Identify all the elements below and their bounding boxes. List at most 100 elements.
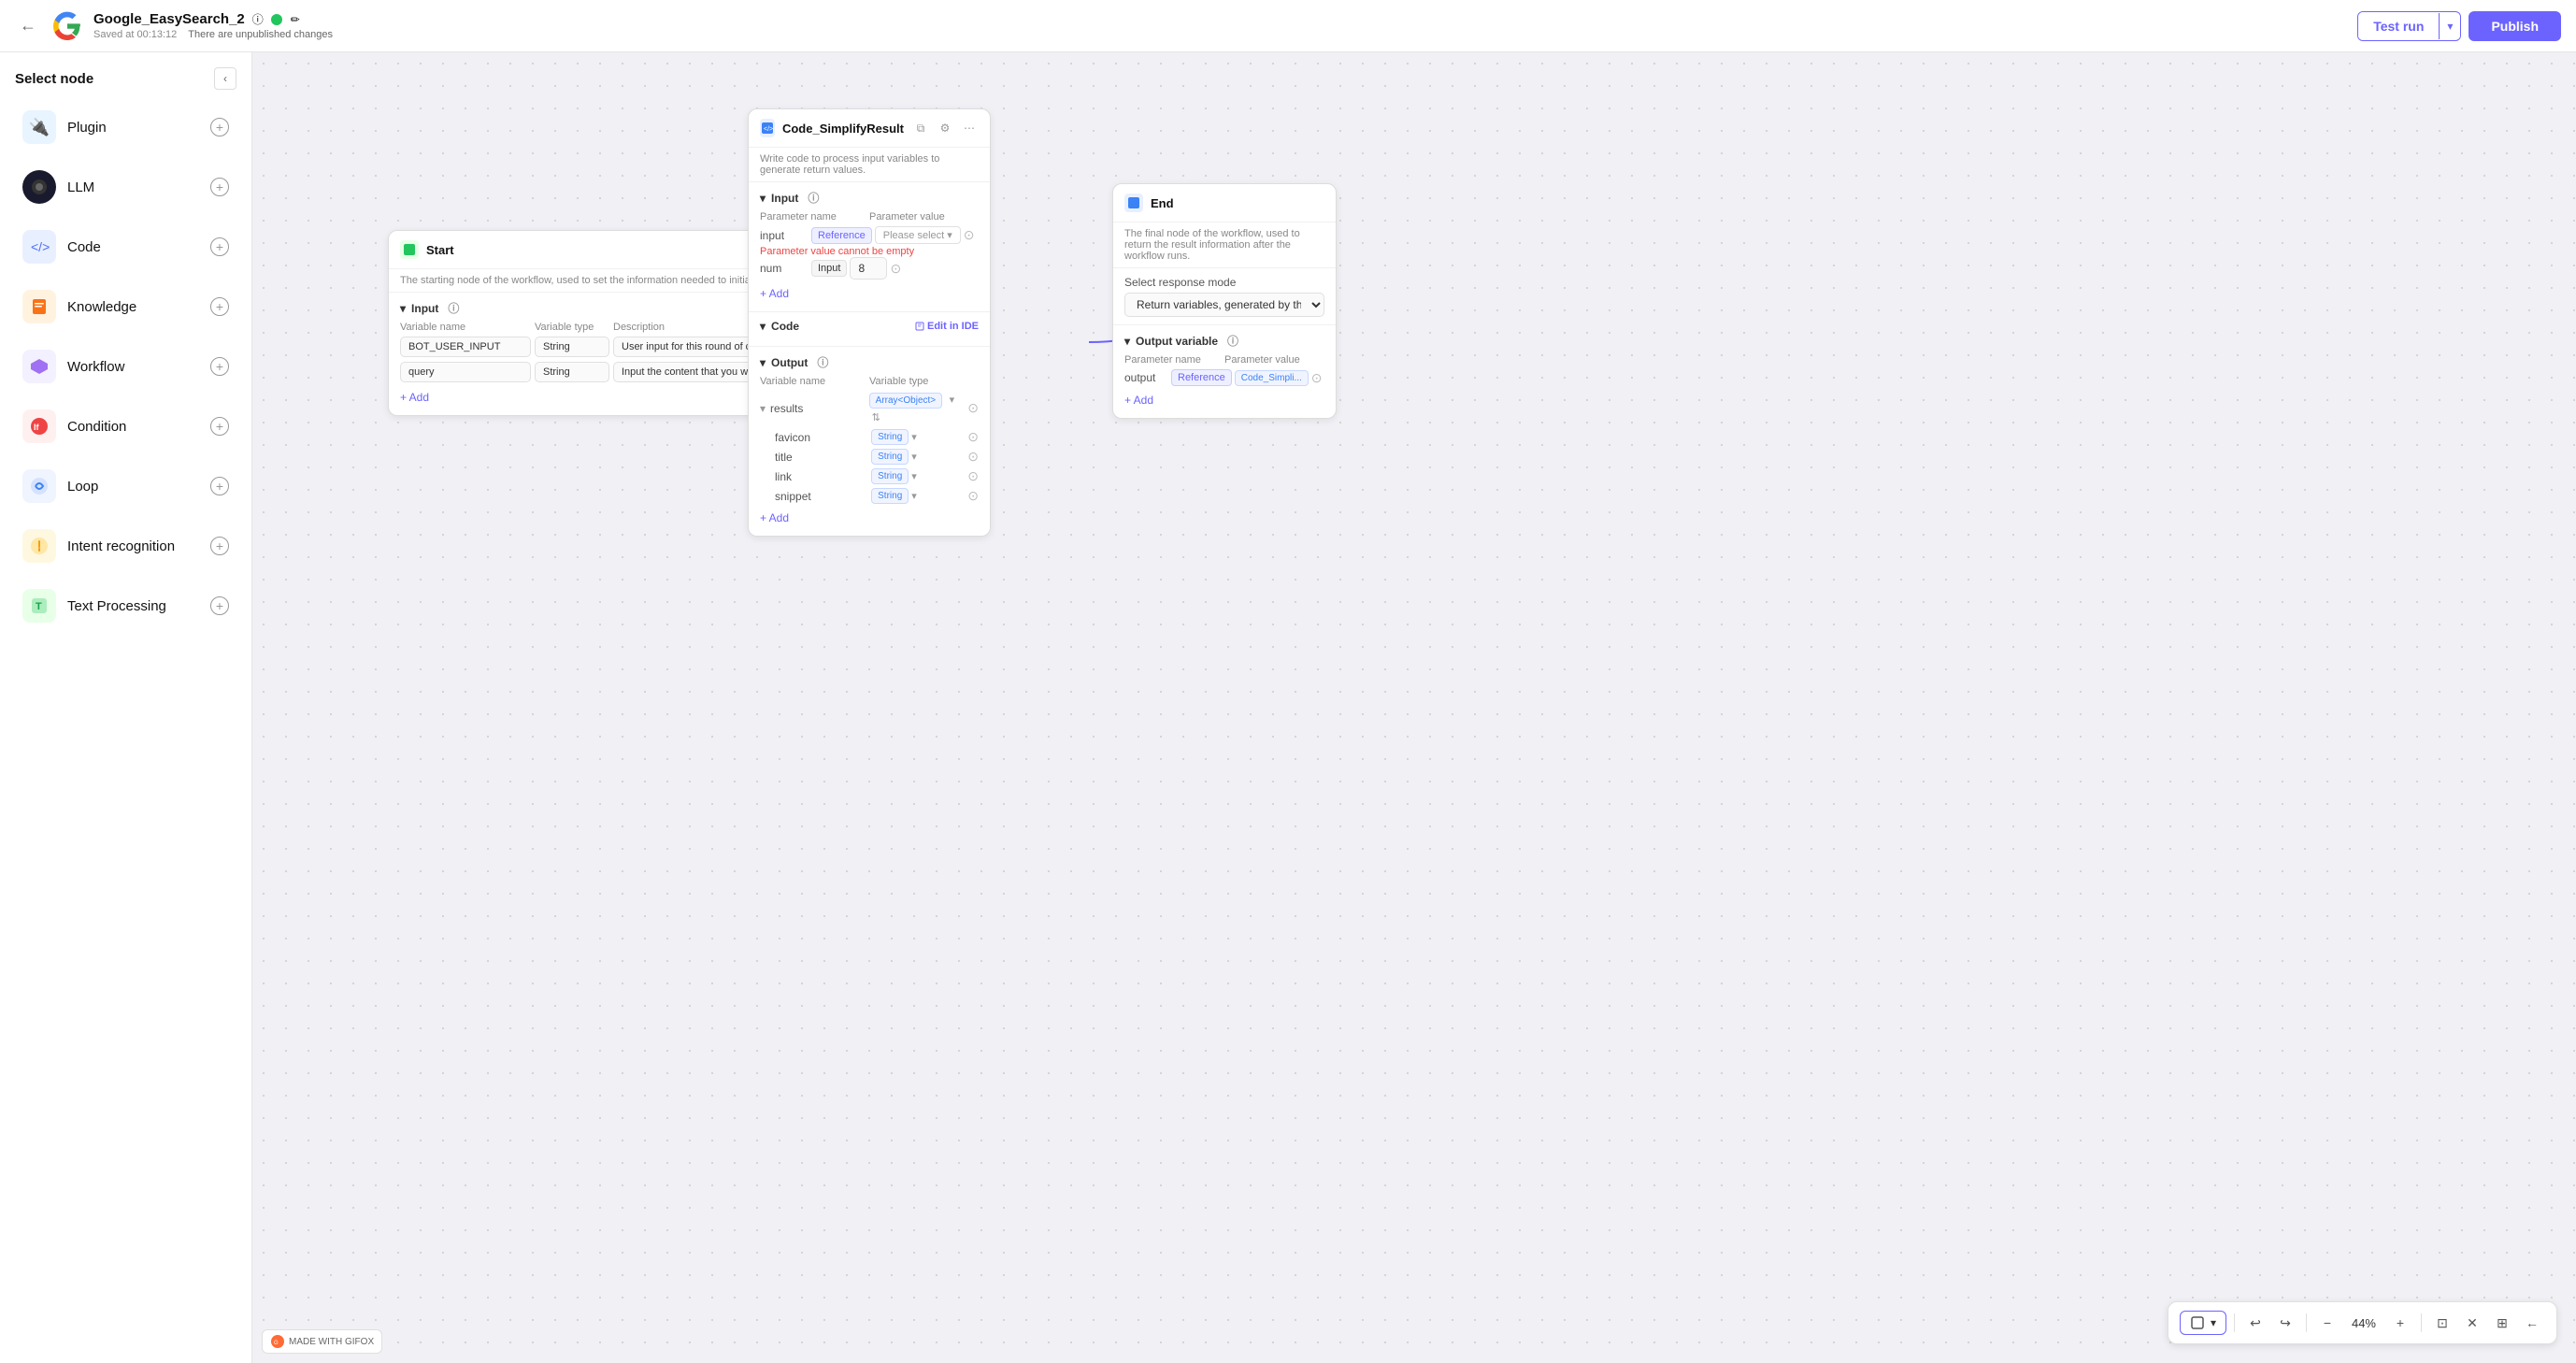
code-output-expand-icon[interactable]: ▾ [760, 402, 766, 415]
sidebar-item-knowledge[interactable]: Knowledge + [7, 279, 244, 335]
topbar-actions: Test run ▾ Publish [2357, 11, 2561, 41]
workflow-add-button[interactable]: + [210, 357, 229, 376]
code-param-value-area-1: Input ⊙ [811, 257, 979, 280]
end-mode-select[interactable]: Return variables, generated by the ... [1124, 293, 1324, 317]
code-sub-link-dropdown[interactable]: ▾ [911, 470, 917, 482]
code-sub-snippet-del[interactable]: ⊙ [967, 488, 979, 504]
code-param-del-1[interactable]: ⊙ [890, 261, 901, 277]
sidebar-item-workflow[interactable]: Workflow + [7, 338, 244, 395]
view-mode-label: ▾ [2211, 1316, 2216, 1329]
end-value-badge-0[interactable]: Code_Simpli... [1235, 370, 1309, 386]
end-node-desc: The final node of the workflow, used to … [1113, 222, 1336, 268]
gifox-icon: G [270, 1334, 285, 1349]
code-param-del-0[interactable]: ⊙ [964, 227, 975, 243]
end-output-toggle[interactable]: ▾ Output variable ⓘ [1124, 333, 1324, 349]
code-output-add-button[interactable]: + Add [760, 508, 979, 528]
grid-button[interactable]: ⊞ [2489, 1310, 2515, 1336]
code-sub-title-dropdown[interactable]: ▾ [911, 451, 917, 463]
start-input-arrow: ▾ [400, 302, 406, 315]
end-mode-label: Select response mode [1124, 276, 1324, 289]
zoom-in-button[interactable]: + [2387, 1310, 2413, 1336]
sidebar-item-llm[interactable]: LLM + [7, 159, 244, 215]
textproc-icon: T [22, 589, 56, 623]
code-add-button[interactable]: + Add [760, 283, 979, 304]
code-results-name: results [770, 402, 865, 415]
test-run-dropdown[interactable]: ▾ [2439, 13, 2460, 39]
test-run-main[interactable]: Test run [2358, 12, 2439, 40]
test-run-button[interactable]: Test run ▾ [2357, 11, 2461, 41]
sidebar-item-code[interactable]: </> Code + [7, 219, 244, 275]
llm-add-button[interactable]: + [210, 178, 229, 196]
code-sub-link: link String ▾ ⊙ [760, 468, 979, 484]
code-output-info: ⓘ [817, 354, 828, 370]
end-ref-badge-0[interactable]: Reference [1171, 369, 1232, 386]
code-code-toggle[interactable]: ▾ Code Edit in IDE [760, 320, 979, 333]
workflow-icon [22, 350, 56, 383]
code-sub-snippet-type-area: String ▾ [871, 488, 962, 504]
code-param-val-input-1[interactable] [850, 257, 887, 280]
start-var-type-0[interactable]: String [535, 337, 609, 357]
close-button[interactable]: ✕ [2459, 1310, 2485, 1336]
collapse-button[interactable]: ← [2519, 1310, 2545, 1336]
workflow-canvas[interactable]: Start ⧉ The starting node of the workflo… [252, 52, 2576, 1363]
end-output-del-0[interactable]: ⊙ [1311, 370, 1323, 386]
code-sub-title: title String ▾ ⊙ [760, 449, 979, 465]
code-sub-favicon: favicon String ▾ ⊙ [760, 429, 979, 445]
sidebar-item-plugin[interactable]: 🔌 Plugin + [7, 99, 244, 155]
code-copy-btn[interactable]: ⧉ [911, 119, 930, 137]
undo-button[interactable]: ↩ [2242, 1310, 2268, 1336]
back-button[interactable]: ← [15, 13, 41, 39]
code-results-dropdown[interactable]: ▾ [950, 395, 955, 406]
code-param-name-0: input [760, 229, 807, 242]
sidebar-item-intent[interactable]: Intent recognition + [7, 518, 244, 574]
code-code-label: Code [771, 320, 799, 333]
code-icon: </> [22, 230, 56, 264]
start-var-name-0[interactable] [400, 337, 531, 357]
info-icon[interactable]: ⓘ [250, 12, 265, 27]
code-more-btn[interactable]: ⋯ [960, 119, 979, 137]
code-input-toggle[interactable]: ▾ Input ⓘ [760, 190, 979, 206]
start-var-type-1[interactable]: String [535, 362, 609, 382]
code-edit-ide-link[interactable]: Edit in IDE [915, 321, 979, 332]
end-node-header: End [1113, 184, 1336, 222]
edit-icon[interactable]: ✏ [288, 12, 303, 27]
zoom-out-button[interactable]: − [2314, 1310, 2340, 1336]
sidebar-item-loop[interactable]: Loop + [7, 458, 244, 514]
gifox-badge: G MADE WITH GIFOX [262, 1329, 382, 1354]
sidebar-item-label-llm: LLM [67, 179, 210, 195]
code-select-badge-0[interactable]: Please select ▾ [875, 226, 961, 244]
knowledge-add-button[interactable]: + [210, 297, 229, 316]
code-output-toggle[interactable]: ▾ Output ⓘ [760, 354, 979, 370]
end-add-button[interactable]: + Add [1124, 390, 1324, 410]
sidebar-item-textproc[interactable]: T Text Processing + [7, 578, 244, 634]
status-dot [271, 14, 282, 25]
redo-button[interactable]: ↪ [2272, 1310, 2298, 1336]
fit-view-button[interactable]: ⊡ [2429, 1310, 2455, 1336]
code-results-move[interactable]: ⇅ [872, 412, 880, 423]
loop-add-button[interactable]: + [210, 477, 229, 495]
code-select-arrow-0: ▾ [947, 229, 952, 241]
sidebar-item-condition[interactable]: If Condition + [7, 398, 244, 454]
code-sub-favicon-dropdown[interactable]: ▾ [911, 431, 917, 443]
code-sub-link-del[interactable]: ⊙ [967, 468, 979, 484]
code-param-header: Parameter name Parameter value [760, 211, 979, 222]
code-ref-badge-0[interactable]: Reference [811, 227, 872, 244]
code-input-type-1[interactable]: Input [811, 260, 847, 277]
plugin-add-button[interactable]: + [210, 118, 229, 136]
intent-add-button[interactable]: + [210, 537, 229, 555]
end-output-value-0: Reference Code_Simpli... ⊙ [1171, 369, 1324, 386]
start-var-name-1[interactable] [400, 362, 531, 382]
svg-text:</>: </> [31, 239, 50, 254]
condition-add-button[interactable]: + [210, 417, 229, 436]
view-select-box[interactable]: ▾ [2180, 1311, 2226, 1335]
code-sub-favicon-del[interactable]: ⊙ [967, 429, 979, 445]
code-settings-btn[interactable]: ⚙ [936, 119, 954, 137]
sidebar-collapse-button[interactable]: ‹ [214, 67, 236, 90]
code-add-button[interactable]: + [210, 237, 229, 256]
workflow-title: Google_EasySearch_2 [93, 11, 245, 27]
code-results-del[interactable]: ⊙ [967, 400, 979, 416]
code-sub-snippet-dropdown[interactable]: ▾ [911, 490, 917, 502]
publish-button[interactable]: Publish [2469, 11, 2561, 41]
textproc-add-button[interactable]: + [210, 596, 229, 615]
code-sub-title-del[interactable]: ⊙ [967, 449, 979, 465]
